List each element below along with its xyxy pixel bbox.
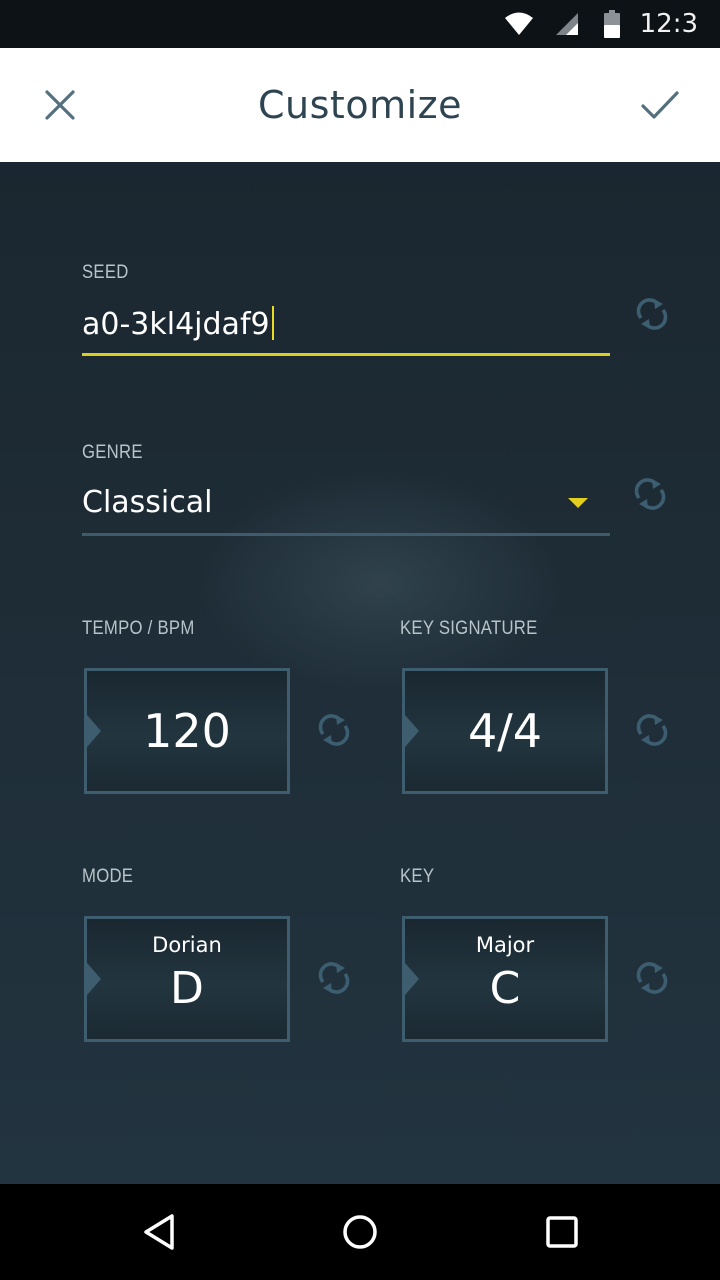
mode-name: Dorian [152, 933, 222, 957]
refresh-tempo-icon[interactable] [314, 710, 354, 750]
refresh-seed-icon[interactable] [632, 294, 672, 334]
app-bar: Customize [0, 48, 720, 162]
key-box[interactable]: Major C [402, 916, 608, 1042]
tempo-box[interactable]: 120 [84, 668, 290, 794]
back-icon [144, 1214, 174, 1250]
genre-value: Classical [82, 485, 213, 520]
key-label: KEY [400, 866, 435, 887]
seed-input[interactable]: a0-3kl4jdaf9 [82, 300, 610, 356]
signal-icon [555, 13, 578, 35]
mode-value: D [170, 963, 204, 1014]
wifi-icon [504, 12, 533, 35]
check-icon [641, 91, 679, 119]
key-signature-box[interactable]: 4/4 [402, 668, 608, 794]
seed-value: a0-3kl4jdaf9 [82, 307, 270, 342]
refresh-key-signature-icon[interactable] [632, 710, 672, 750]
home-icon [343, 1215, 377, 1249]
refresh-mode-icon[interactable] [314, 958, 354, 998]
text-cursor [271, 306, 274, 340]
key-signature-value: 4/4 [467, 704, 543, 758]
refresh-genre-icon[interactable] [630, 474, 670, 514]
mode-label: MODE [82, 866, 134, 887]
genre-label: GENRE [82, 442, 143, 463]
home-button[interactable] [336, 1208, 384, 1256]
refresh-key-icon[interactable] [632, 958, 672, 998]
tempo-label: TEMPO / BPM [82, 618, 195, 639]
tempo-value: 120 [143, 704, 231, 758]
recents-icon [546, 1216, 578, 1248]
customize-form: SEED a0-3kl4jdaf9 GENRE Classical TEMPO … [0, 162, 720, 1184]
key-value: C [489, 963, 521, 1014]
seed-label: SEED [82, 262, 129, 283]
recents-button[interactable] [538, 1208, 586, 1256]
back-button[interactable] [136, 1208, 184, 1256]
key-signature-label: KEY SIGNATURE [400, 618, 538, 639]
mode-box[interactable]: Dorian D [84, 916, 290, 1042]
page-title: Customize [258, 83, 462, 127]
dropdown-arrow-icon [568, 498, 588, 508]
key-quality: Major [475, 933, 535, 957]
confirm-button[interactable] [634, 79, 686, 131]
status-time: 12:3 [639, 9, 698, 39]
navigation-bar [0, 1184, 720, 1280]
battery-icon [603, 10, 620, 38]
status-icons: 12:3 [504, 0, 698, 48]
genre-select[interactable]: Classical [82, 480, 610, 536]
status-bar: 12:3 [0, 0, 720, 48]
